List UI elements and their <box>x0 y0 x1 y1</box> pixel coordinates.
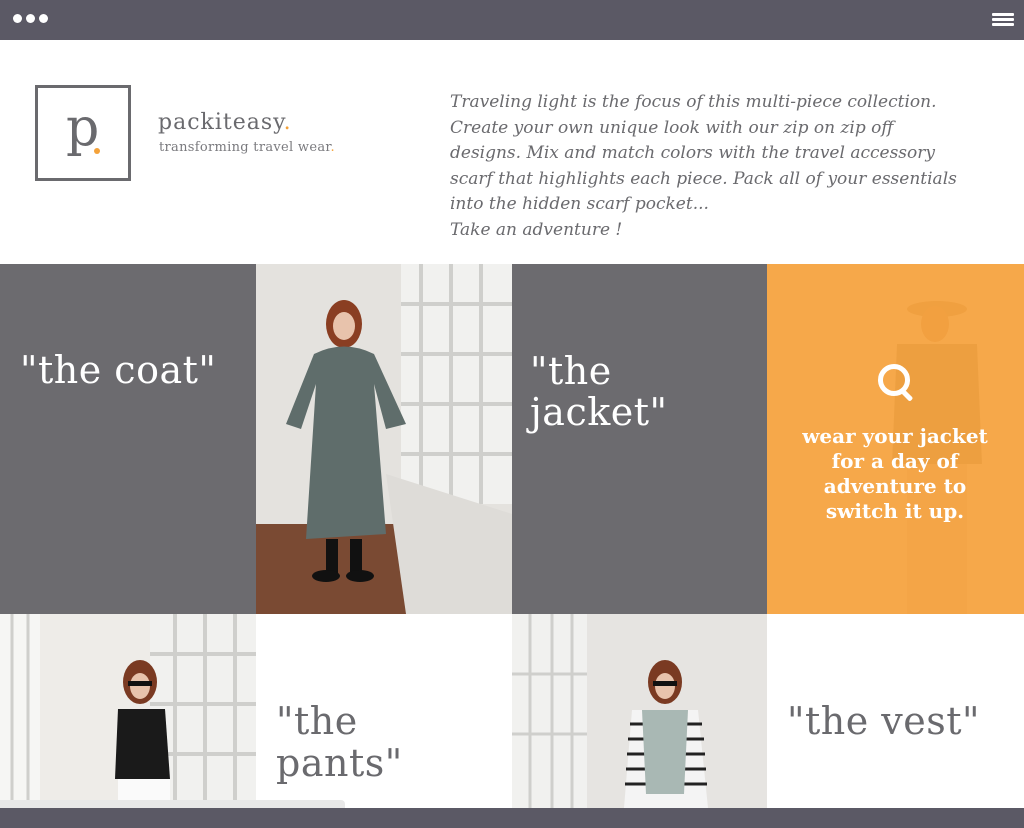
tile-the-coat[interactable]: "the coat" <box>0 264 256 614</box>
jacket-hover-tile[interactable]: wear your jacket for a day of adventure … <box>767 264 1024 614</box>
jacket-overlay-text: wear your jacket for a day of adventure … <box>802 424 988 523</box>
tile-title-coat: "the coat" <box>20 348 217 392</box>
tile-title-jacket-line1: "the <box>530 349 612 393</box>
intro-line: designs. Mix and match colors with the t… <box>450 143 935 163</box>
browser-chrome-top <box>0 0 1024 40</box>
status-bar <box>0 800 345 808</box>
product-grid: "the coat" "the jacket" wear your jacket… <box>0 264 1024 808</box>
pants-photo[interactable] <box>0 614 256 808</box>
tile-the-vest[interactable]: "the vest" <box>767 614 1024 808</box>
window-dots <box>13 14 48 23</box>
window-dot-icon <box>13 14 22 23</box>
logo[interactable]: p <box>35 85 131 181</box>
header: p packiteasy. transforming travel wear. … <box>0 40 1024 264</box>
tile-title-pants-line1: "the <box>276 699 358 743</box>
intro-line: scarf that highlights each piece. Pack a… <box>450 168 957 189</box>
intro-line: into the hidden scarf pocket... <box>450 194 709 214</box>
coat-model-image <box>256 264 512 614</box>
tile-title-jacket-line2: jacket" <box>530 390 668 434</box>
intro-line: Take an adventure ! <box>450 219 623 240</box>
brand-tagline: transforming travel wear. <box>159 140 335 155</box>
vest-photo[interactable] <box>512 614 767 808</box>
logo-dot <box>94 148 100 154</box>
brand-name[interactable]: packiteasy. <box>158 110 292 135</box>
page: p packiteasy. transforming travel wear. … <box>0 40 1024 808</box>
window-dot-icon <box>39 14 48 23</box>
pants-model-image <box>0 614 256 808</box>
tile-the-jacket[interactable]: "the jacket" <box>512 264 767 614</box>
hamburger-menu-icon[interactable] <box>992 13 1014 27</box>
tile-the-pants[interactable]: "the pants" <box>256 614 512 808</box>
tile-title-vest: "the vest" <box>787 699 980 743</box>
intro-line: Traveling light is the focus of this mul… <box>450 92 937 112</box>
window-dot-icon <box>26 14 35 23</box>
intro-line: Create your own unique look with our zip… <box>450 117 894 138</box>
tile-title-pants-line2: pants" <box>276 741 403 785</box>
vest-model-image <box>512 614 767 808</box>
intro-text: Traveling light is the focus of this mul… <box>450 90 1010 243</box>
browser-chrome-bottom <box>0 808 1024 828</box>
coat-photo[interactable] <box>256 264 512 614</box>
